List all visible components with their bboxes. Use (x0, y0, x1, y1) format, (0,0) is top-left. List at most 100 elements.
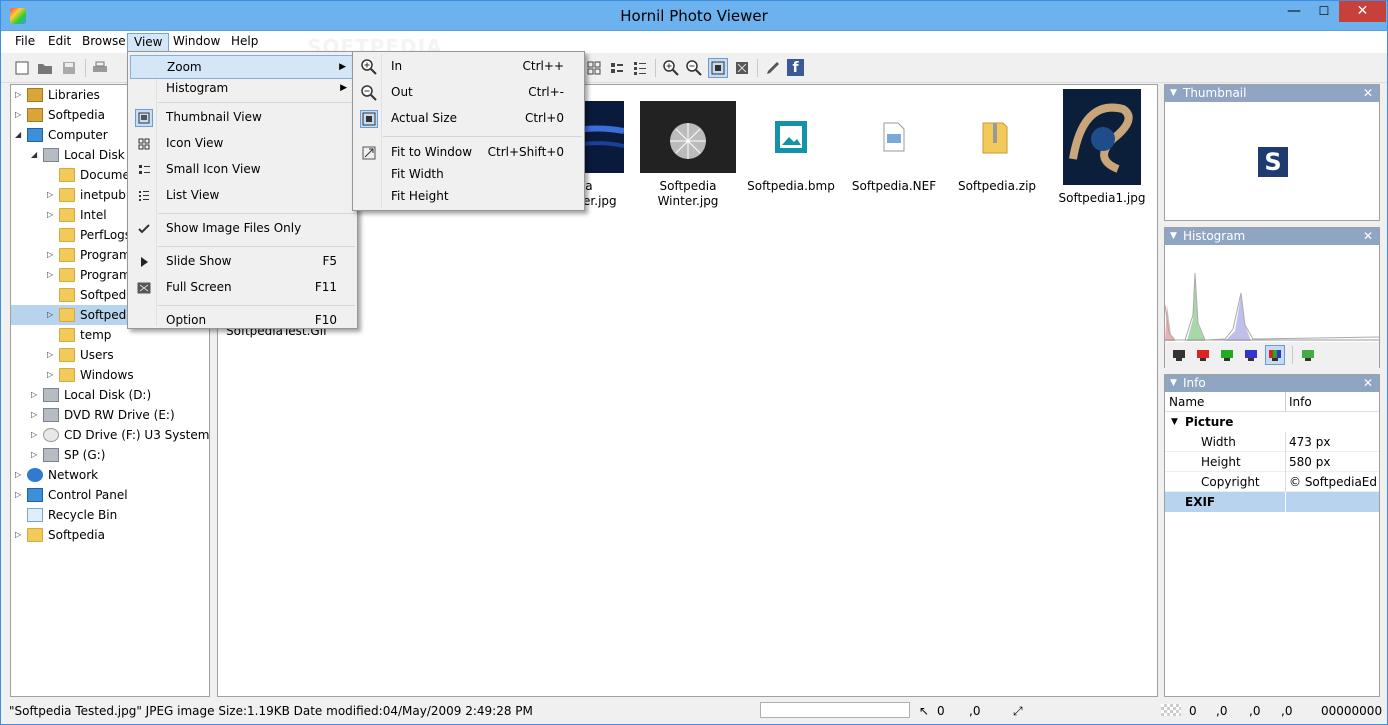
expand-icon[interactable]: ▷ (47, 205, 57, 225)
facebook-icon[interactable]: f (787, 59, 804, 76)
tree-item[interactable]: ▷ Softpedia (11, 525, 209, 545)
expand-icon[interactable]: ◢ (15, 125, 25, 145)
close-icon[interactable]: ✕ (1363, 375, 1373, 392)
expand-icon[interactable]: ▷ (15, 85, 25, 105)
pixel-a: ,0 (1281, 704, 1293, 718)
tree-item[interactable]: ▷ Local Disk (D:) (11, 385, 209, 405)
folder-icon (59, 168, 75, 182)
minimize-button[interactable]: — (1279, 1, 1309, 22)
zoom-out-icon[interactable] (684, 58, 704, 78)
thumbnail-item[interactable]: Softpedia.bmp (739, 101, 843, 194)
expand-icon[interactable]: ◢ (31, 145, 41, 165)
thumbnail-item[interactable]: Softpedia Winter.jpg (636, 101, 740, 209)
cursor-y: ,0 (969, 704, 981, 718)
thumbnail-item[interactable]: Softpedia.zip (945, 101, 1049, 194)
thumbnail-label: Softpedia1.jpg (1058, 191, 1146, 205)
histogram-blue-icon[interactable] (1241, 345, 1261, 365)
folder-icon (59, 228, 75, 242)
zoom-menu-item[interactable]: In Ctrl++ (355, 55, 582, 79)
expand-icon[interactable]: ▷ (31, 405, 41, 425)
histogram-red-icon[interactable] (1193, 345, 1213, 365)
info-row[interactable]: Height 580 px (1165, 452, 1379, 472)
actual-size-icon[interactable] (708, 58, 728, 78)
collapse-icon[interactable]: ▼ (1170, 228, 1177, 245)
tree-item[interactable]: ▷ Network (11, 465, 209, 485)
tree-item[interactable]: ▷ Users (11, 345, 209, 365)
folder-icon (59, 308, 75, 322)
tree-item[interactable]: ▷ Windows (11, 365, 209, 385)
histogram-all-icon[interactable] (1298, 345, 1318, 365)
expand-icon[interactable]: ▷ (15, 465, 25, 485)
view-menu-item[interactable]: Small Icon View (130, 158, 355, 182)
collapse-icon[interactable]: ▼ (1170, 375, 1177, 392)
expand-icon[interactable]: ▷ (47, 305, 57, 325)
thumbnail-item[interactable]: Softpedia1.jpg (1050, 89, 1154, 206)
info-row[interactable]: Copyright © SoftpediaEdito (1165, 472, 1379, 492)
zoom-menu-item[interactable]: Actual Size Ctrl+0 (355, 107, 582, 131)
new-icon[interactable] (12, 58, 32, 78)
info-row[interactable]: Width 473 px (1165, 432, 1379, 452)
view-menu-item[interactable]: Thumbnail View (130, 106, 355, 130)
menu-edit[interactable]: Edit (42, 33, 77, 52)
zoom-in-icon[interactable] (661, 58, 681, 78)
expand-icon[interactable]: ▷ (47, 265, 57, 285)
expand-icon[interactable]: ▷ (47, 365, 57, 385)
expand-icon[interactable]: ▷ (31, 445, 41, 465)
thumbnail-label: Softpedia.bmp (747, 179, 835, 193)
menu-item-label: Option (166, 313, 207, 327)
expand-icon[interactable]: ▷ (15, 525, 25, 545)
expand-icon[interactable]: ▼ (1171, 412, 1178, 432)
save-icon[interactable] (59, 58, 79, 78)
tree-item[interactable]: ▷ DVD RW Drive (E:) (11, 405, 209, 425)
tree-item[interactable]: ▷ SP (G:) (11, 445, 209, 465)
maximize-button[interactable]: ☐ (1309, 1, 1339, 22)
expand-icon[interactable]: ▷ (47, 185, 57, 205)
info-group-exif[interactable]: EXIF (1165, 492, 1379, 512)
close-icon[interactable]: ✕ (1363, 228, 1373, 245)
print-icon[interactable] (90, 58, 110, 78)
view-menu-item[interactable]: Slide Show F5 (130, 250, 355, 274)
open-icon[interactable] (35, 58, 55, 78)
fit-to-window-icon[interactable] (732, 58, 752, 78)
thumbnail-view-icon[interactable] (584, 58, 604, 78)
edit-icon[interactable] (763, 58, 783, 78)
view-menu-item[interactable]: Histogram ▶ (130, 77, 355, 101)
view-menu-item[interactable]: Option F10 (130, 309, 355, 333)
expand-icon[interactable]: ▷ (15, 105, 25, 125)
view-menu-item[interactable]: List View (130, 184, 355, 208)
expand-icon[interactable]: ▷ (15, 485, 25, 505)
menu-item-shortcut: Ctrl++ (522, 59, 564, 73)
thumbnail-label: Softpedia.zip (957, 179, 1037, 193)
info-group-picture[interactable]: ▼ Picture (1165, 412, 1379, 432)
list-view-icon[interactable] (630, 58, 650, 78)
view-menu-item[interactable]: Zoom ▶ (130, 55, 355, 79)
view-menu-item[interactable]: Full Screen F11 (130, 276, 355, 300)
expand-icon[interactable]: ▷ (31, 385, 41, 405)
zoom-menu-item[interactable]: Fit Height (355, 185, 582, 209)
histogram-green-icon[interactable] (1217, 345, 1237, 365)
menu-file[interactable]: File (9, 33, 41, 52)
expand-icon[interactable]: ▷ (31, 425, 41, 445)
menu-window[interactable]: Window (167, 33, 226, 52)
expand-icon[interactable]: ▷ (47, 345, 57, 365)
cursor-x: 0 (937, 704, 945, 718)
expand-icon[interactable]: ▷ (47, 245, 57, 265)
view-menu-item[interactable]: Show Image Files Only (130, 217, 355, 241)
zoom-menu-item[interactable]: Out Ctrl+- (355, 81, 582, 105)
tree-item[interactable]: Recycle Bin (11, 505, 209, 525)
collapse-icon[interactable]: ▼ (1170, 85, 1177, 102)
histogram-luminance-icon[interactable] (1169, 345, 1189, 365)
zoom-menu-item[interactable]: Fit Width (355, 163, 582, 187)
thumbnail-item[interactable]: Softpedia.NEF (842, 101, 946, 194)
menu-view[interactable]: View (127, 33, 170, 52)
view-menu-item[interactable]: Icon View (130, 132, 355, 156)
close-button[interactable]: ✕ (1339, 1, 1386, 22)
tree-item[interactable]: ▷ Control Panel (11, 485, 209, 505)
histogram-rgb-icon[interactable] (1265, 345, 1285, 365)
menu-browse[interactable]: Browse (76, 33, 132, 52)
small-icon-view-icon[interactable] (607, 58, 627, 78)
menu-help[interactable]: Help (225, 33, 264, 52)
zoom-menu-item[interactable]: Fit to Window Ctrl+Shift+0 (355, 141, 582, 165)
tree-item[interactable]: ▷ CD Drive (F:) U3 System (11, 425, 209, 445)
close-icon[interactable]: ✕ (1363, 85, 1373, 102)
